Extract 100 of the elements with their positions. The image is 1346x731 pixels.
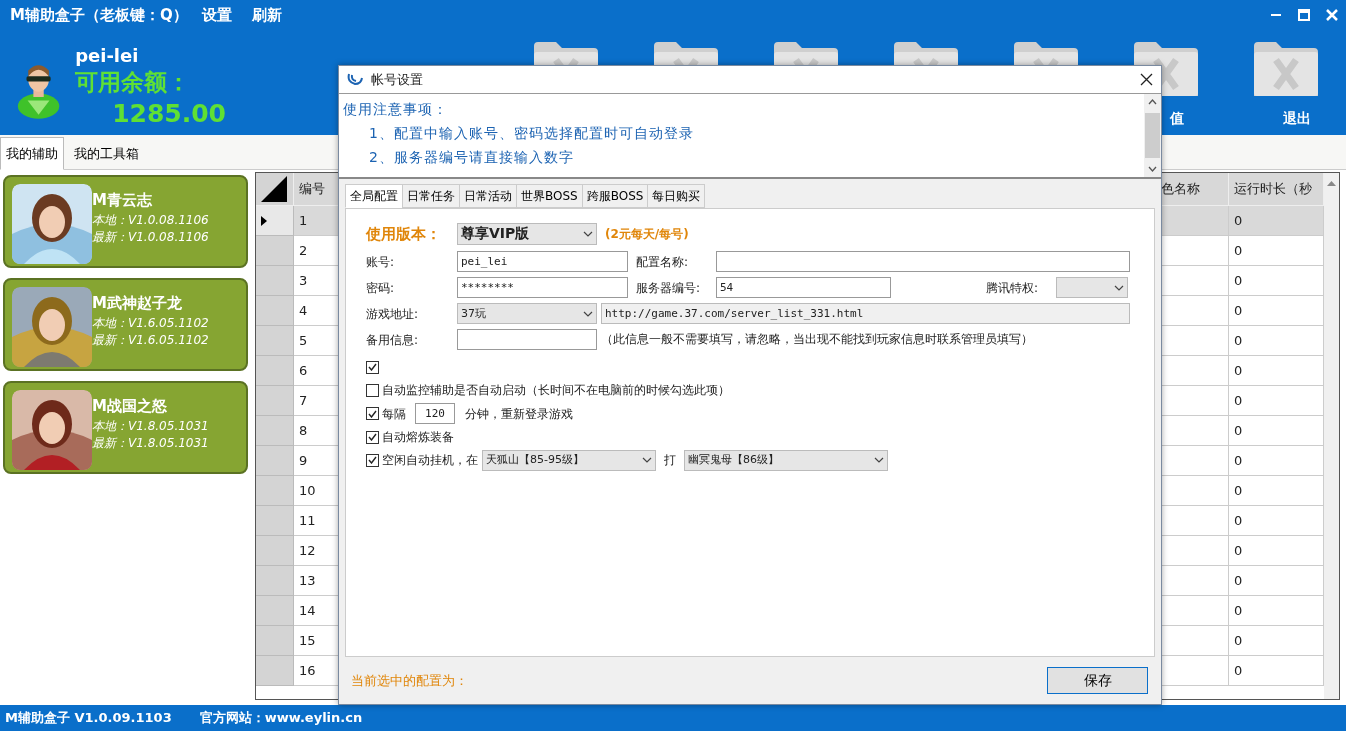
status-text: M辅助盒子 V1.0.09.1103 [5,709,172,728]
table-cell-text: 0 [1234,661,1243,680]
tab[interactable]: 全局配置 [345,183,403,208]
check-icon [368,363,377,372]
user-name: pei-lei [75,45,140,67]
tab[interactable]: 日常任务 [402,183,460,208]
table-cell-text: 8 [299,421,308,440]
caret-icon [642,457,652,464]
field-label: 打 [664,452,676,470]
checkbox[interactable] [366,360,379,374]
dropdown[interactable]: 幽冥鬼母【86级】 [684,449,888,471]
table-cell-text: 2 [299,241,308,260]
input-field[interactable] [457,329,597,351]
table-cell-text: 0 [1234,241,1243,260]
field-label: 密码: [366,279,396,297]
row-pointer-icon [261,215,267,226]
table-cell-text: 1 [299,211,308,230]
dropdown[interactable]: 37玩 [457,303,597,325]
note-text: 1、配置中输入账号、密码选择配置时可自动登录 [368,123,695,143]
table-cell-text: 5 [299,331,308,350]
game-name: M武神赵子龙 [92,293,183,315]
tab[interactable]: 我的工具箱 [68,136,145,170]
close-icon[interactable] [1140,72,1153,86]
column-header[interactable]: 运行时长（秒 [1234,179,1312,199]
table-cell-text: 6 [299,361,308,380]
input-field[interactable]: pei_lei [457,251,628,273]
table-cell-text: 0 [1234,511,1243,530]
column-header[interactable]: 色名称 [1161,179,1200,199]
balance-amount: 1285.00 [111,98,226,130]
scrollbar[interactable] [1144,93,1161,177]
input-field[interactable]: 54 [716,277,891,299]
tab[interactable]: 每日购买 [647,183,706,208]
table-cell-text: 12 [299,541,316,560]
checkbox-label: 空闲自动挂机，在 [382,452,478,470]
scroll-up-icon[interactable] [1148,98,1157,105]
menu-item[interactable]: 设置 [195,3,238,27]
tab[interactable]: 世界BOSS [516,183,583,208]
field-label: 分钟，重新登录游戏 [465,405,573,423]
input-field[interactable] [716,251,1130,273]
caret-icon [583,230,593,237]
save-button[interactable]: 保存 [1047,666,1148,694]
latest-version: 最新：V1.6.05.1102 [92,331,209,349]
table-cell-text: 0 [1234,391,1243,410]
caret-icon [874,457,884,464]
note-text: 2、服务器编号请直接输入数字 [368,147,575,167]
note-text: 使用注意事项： [343,99,449,119]
field-label: 游戏地址: [366,305,420,323]
tab[interactable]: 我的辅助 [0,136,64,170]
latest-version: 最新：V1.8.05.1031 [92,434,209,452]
table-cell-text: 7 [299,391,308,410]
scrollbar[interactable] [1324,173,1339,699]
column-header[interactable]: 编号 [299,179,325,199]
field-label: 腾讯特权: [986,279,1040,297]
checkbox[interactable] [366,430,379,444]
table-cell-text: 0 [1234,271,1243,290]
table-cell-text: 0 [1234,211,1243,230]
field-label: 备用信息: [366,331,420,349]
dialog-title: 帐号设置 [371,70,423,89]
table-cell-text: 0 [1234,301,1243,320]
dropdown[interactable]: 尊享VIP版 [457,222,597,245]
status-label: 当前选中的配置为： [351,671,468,690]
game-name: M青云志 [92,190,153,212]
toolbar-button[interactable]: 值 [1170,108,1184,129]
scroll-down-icon[interactable] [1148,165,1157,172]
local-version: 本地：V1.8.05.1031 [92,417,209,435]
field-label: 配置名称: [636,253,690,271]
table-cell-text: 0 [1234,421,1243,440]
latest-version: 最新：V1.0.08.1106 [92,228,209,246]
field-label: 使用版本： [366,223,442,245]
input-field[interactable]: http://game.37.com/server_list_331.html [601,303,1130,325]
table-cell-text: 0 [1234,601,1243,620]
field-label: 服务器编号: [636,279,702,297]
checkbox-label: 每隔 [382,405,406,423]
tab[interactable]: 日常活动 [459,183,517,208]
checkbox-label: 自动熔炼装备 [382,429,454,447]
checkbox[interactable] [366,453,379,467]
table-cell-text: 0 [1234,361,1243,380]
maximize-icon[interactable] [1298,9,1310,21]
input-field[interactable]: ******** [457,277,628,299]
table-cell-text: 13 [299,571,316,590]
table-cell-text: 14 [299,601,316,620]
input-field[interactable]: 120 [415,403,455,425]
window-title: M辅助盒子（老板键：Q） [10,4,188,26]
caret-icon [1114,284,1124,291]
dropdown[interactable]: 天狐山【85-95级】 [482,449,656,471]
menu-item[interactable]: 刷新 [245,3,288,27]
checkbox[interactable] [366,383,379,397]
caret-icon [583,310,593,317]
table-cell-text: 15 [299,631,316,650]
folder-icon[interactable] [1252,40,1320,98]
sort-corner-icon[interactable] [261,176,287,202]
toolbar-button[interactable]: 退出 [1283,108,1311,129]
table-cell-text: 0 [1234,451,1243,470]
table-cell-text: 0 [1234,331,1243,350]
check-icon [368,433,377,442]
table-cell-text: 0 [1234,481,1243,500]
table-cell-text: 0 [1234,631,1243,650]
tab[interactable]: 跨服BOSS [581,183,649,208]
local-version: 本地：V1.6.05.1102 [92,314,209,332]
checkbox[interactable] [366,407,379,421]
